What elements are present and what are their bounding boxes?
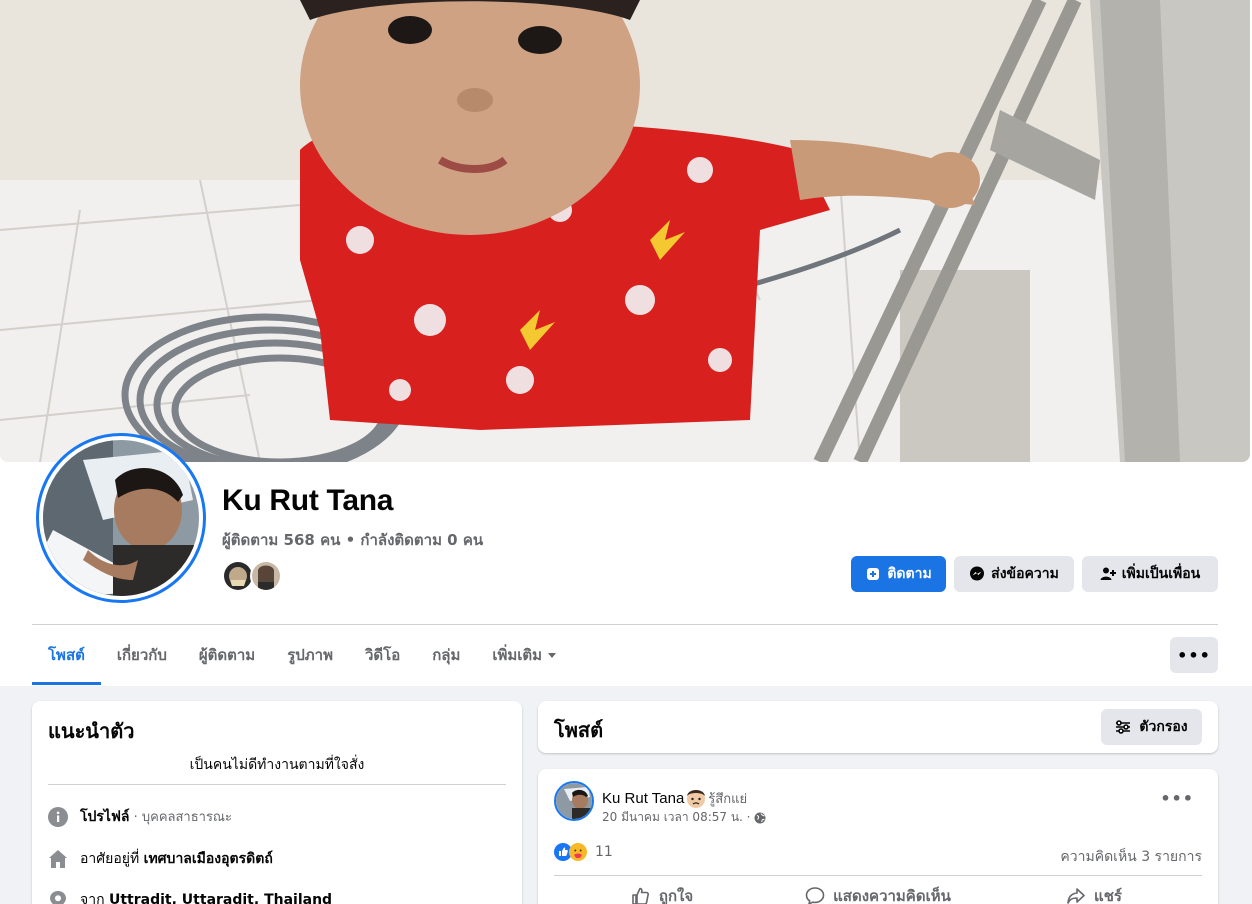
- intro-divider: [48, 784, 506, 785]
- filter-sliders-icon: [1116, 720, 1131, 734]
- mutual-followers[interactable]: [222, 560, 292, 592]
- post-timestamp[interactable]: 20 มีนาคม เวลา 08:57 น. ·: [602, 808, 750, 827]
- tab-photos[interactable]: รูปภาพ: [271, 625, 349, 685]
- tab-label: กลุ่ม: [432, 646, 461, 664]
- tab-more[interactable]: เพิ่มเติม: [476, 625, 572, 685]
- comment-label: แสดงความคิดเห็น: [833, 887, 951, 904]
- follow-label: ติดตาม: [887, 566, 932, 582]
- intro-from: จาก Uttradit, Uttaradit, Thailand: [48, 889, 506, 904]
- filter-button[interactable]: ตัวกรอง: [1101, 709, 1202, 745]
- cover-photo[interactable]: [0, 0, 1250, 462]
- tab-groups[interactable]: กลุ่ม: [416, 625, 476, 685]
- home-icon: [49, 850, 67, 868]
- intro-lives-in: อาศัยอยู่ที่ เทศบาลเมืองอุตรดิตถ์: [48, 848, 506, 870]
- profile-more-button[interactable]: •••: [1170, 637, 1218, 673]
- reaction-summary[interactable]: 11: [554, 843, 613, 861]
- tab-followers[interactable]: ผู้ติดตาม: [183, 625, 271, 685]
- share-button[interactable]: แชร์: [986, 879, 1202, 904]
- comment-bubble-icon: [805, 887, 825, 904]
- post-actions: ถูกใจ แสดงความคิดเห็น แชร์: [554, 879, 1202, 904]
- tab-about[interactable]: เกี่ยวกับ: [101, 625, 183, 685]
- intro-card: แนะนำตัว เป็นคนไม่ดีทำงานตามที่ใจสั่ง โป…: [32, 701, 522, 904]
- tab-videos[interactable]: วิดีโอ: [349, 625, 416, 685]
- lives-place-link[interactable]: เทศบาลเมืองอุตรดิตถ์: [144, 851, 273, 867]
- post-options-button[interactable]: •••: [1160, 789, 1194, 808]
- tab-label: รูปภาพ: [287, 646, 333, 664]
- posts-header-card: โพสต์ ตัวกรอง: [538, 701, 1218, 753]
- post-author-link[interactable]: Ku Rut Tana: [602, 790, 684, 807]
- follow-button[interactable]: ติดตาม: [851, 556, 946, 592]
- intro-profile-type: โปรไฟล์ · บุคคลสาธารณะ: [48, 806, 506, 828]
- more-dots-icon: •••: [1177, 645, 1211, 665]
- profile-header: Ku Rut Tana ผู้ติดตาม 568 คน • กำลังติดต…: [0, 0, 1252, 686]
- post-card: Ku Rut Tana รู้สึกแย่ 20 มีนาคม เวลา 08:…: [538, 769, 1218, 904]
- add-friend-icon: [1100, 567, 1116, 580]
- like-button[interactable]: ถูกใจ: [554, 879, 770, 904]
- info-icon: [48, 807, 68, 827]
- tab-label: ผู้ติดตาม: [198, 646, 256, 664]
- from-prefix: จาก: [80, 892, 109, 904]
- tab-label: เพิ่มเติม: [492, 646, 543, 664]
- add-friend-label: เพิ่มเป็นเพื่อน: [1121, 566, 1201, 582]
- from-place-link[interactable]: Uttradit, Uttaradit, Thailand: [109, 892, 332, 904]
- post-author-avatar[interactable]: [554, 781, 594, 821]
- profile-label: โปรไฟล์: [80, 809, 130, 825]
- public-globe-icon: [754, 812, 766, 823]
- profile-type: · บุคคลสาธารณะ: [129, 810, 232, 825]
- share-label: แชร์: [1094, 887, 1122, 904]
- follow-icon: [867, 568, 880, 580]
- thumbs-up-icon: [632, 887, 649, 904]
- cover-photo-image: [0, 0, 1250, 462]
- message-label: ส่งข้อความ: [991, 566, 1059, 582]
- location-pin-icon: [50, 891, 66, 904]
- tab-label: วิดีโอ: [364, 646, 401, 664]
- posts-title: โพสต์: [554, 718, 604, 742]
- post-header-line: Ku Rut Tana รู้สึกแย่: [602, 787, 747, 809]
- filter-label: ตัวกรอง: [1139, 719, 1188, 735]
- tab-label: เกี่ยวกับ: [116, 646, 167, 664]
- avatar-photo: [43, 440, 199, 596]
- feeling-emoji-icon: [687, 790, 706, 808]
- messenger-icon: [970, 566, 985, 581]
- profile-name: Ku Rut Tana: [222, 484, 394, 517]
- profile-avatar[interactable]: [36, 433, 206, 603]
- intro-title: แนะนำตัว: [48, 719, 135, 743]
- message-button[interactable]: ส่งข้อความ: [954, 556, 1074, 592]
- post-feeling: รู้สึกแย่: [708, 791, 748, 807]
- care-reaction-icon: [569, 843, 587, 861]
- share-arrow-icon: [1067, 888, 1085, 904]
- profile-tabs: โพสต์ เกี่ยวกับ ผู้ติดตาม รูปภาพ วิดีโอ …: [32, 625, 572, 685]
- tab-label: โพสต์: [48, 646, 85, 664]
- tab-posts[interactable]: โพสต์: [32, 625, 101, 685]
- follower-stats[interactable]: ผู้ติดตาม 568 คน • กำลังติดตาม 0 คน: [222, 528, 483, 552]
- caret-down-icon: [548, 652, 557, 658]
- reaction-icons: [554, 843, 587, 861]
- comment-count-link[interactable]: ความคิดเห็น 3 รายการ: [1060, 846, 1202, 868]
- post-meta: 20 มีนาคม เวลา 08:57 น. ·: [602, 808, 766, 827]
- add-friend-button[interactable]: เพิ่มเป็นเพื่อน: [1082, 556, 1218, 592]
- post-divider: [554, 875, 1202, 876]
- like-label: ถูกใจ: [658, 887, 694, 904]
- lives-prefix: อาศัยอยู่ที่: [80, 851, 144, 867]
- mutual-avatar[interactable]: [250, 560, 282, 592]
- comment-button[interactable]: แสดงความคิดเห็น: [770, 879, 986, 904]
- reaction-count: 11: [595, 844, 613, 860]
- intro-bio: เป็นคนไม่ดีทำงานตามที่ใจสั่ง: [189, 757, 365, 773]
